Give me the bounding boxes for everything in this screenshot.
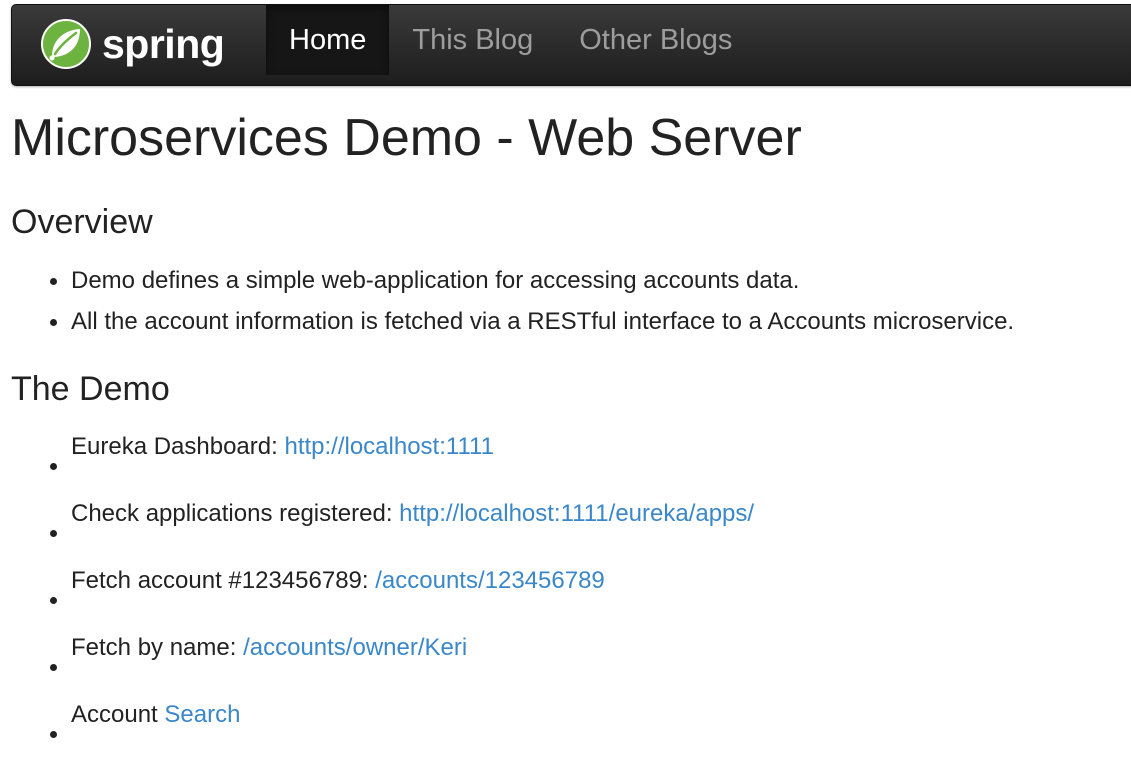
demo-heading: The Demo: [11, 370, 170, 408]
item-text: Check applications registered:: [71, 500, 400, 527]
nav-this-blog[interactable]: This Blog: [389, 5, 556, 75]
nav-other-blogs[interactable]: Other Blogs: [556, 5, 755, 75]
nav-home[interactable]: Home: [266, 5, 390, 75]
list-item: Fetch by name: /accounts/owner/Keri: [11, 633, 1121, 700]
item-text: Account: [71, 701, 165, 728]
list-item: Check applications registered: http://lo…: [11, 499, 1121, 566]
top-navbar: spring Home This Blog Other Blogs: [11, 4, 1131, 86]
eureka-apps-link[interactable]: http://localhost:1111/eureka/apps/: [399, 500, 754, 527]
item-text: Fetch by name:: [71, 634, 244, 661]
list-item: Account Search: [11, 700, 1121, 767]
list-item: Eureka Dashboard: http://localhost:1111: [11, 432, 1121, 499]
brand-logo[interactable]: spring: [40, 17, 225, 71]
spring-leaf-icon: [41, 19, 91, 69]
list-item: Fetch account #123456789: /accounts/1234…: [11, 566, 1121, 633]
list-item: Demo defines a simple web-application fo…: [11, 260, 1121, 301]
fetch-account-link[interactable]: /accounts/123456789: [375, 567, 605, 594]
overview-list: Demo defines a simple web-application fo…: [11, 260, 1121, 342]
fetch-by-name-link[interactable]: /accounts/owner/Keri: [243, 634, 467, 661]
item-text: Fetch account #123456789:: [71, 567, 376, 594]
list-item: All the account information is fetched v…: [11, 301, 1121, 342]
main-nav: Home This Blog Other Blogs: [266, 5, 755, 85]
brand-text: spring: [102, 20, 225, 67]
account-search-link[interactable]: Search: [164, 701, 240, 728]
overview-heading: Overview: [11, 203, 153, 241]
eureka-dashboard-link[interactable]: http://localhost:1111: [284, 433, 493, 460]
page-title: Microservices Demo - Web Server: [11, 109, 802, 167]
item-text: Eureka Dashboard:: [71, 433, 285, 460]
demo-list: Eureka Dashboard: http://localhost:1111 …: [11, 432, 1121, 767]
